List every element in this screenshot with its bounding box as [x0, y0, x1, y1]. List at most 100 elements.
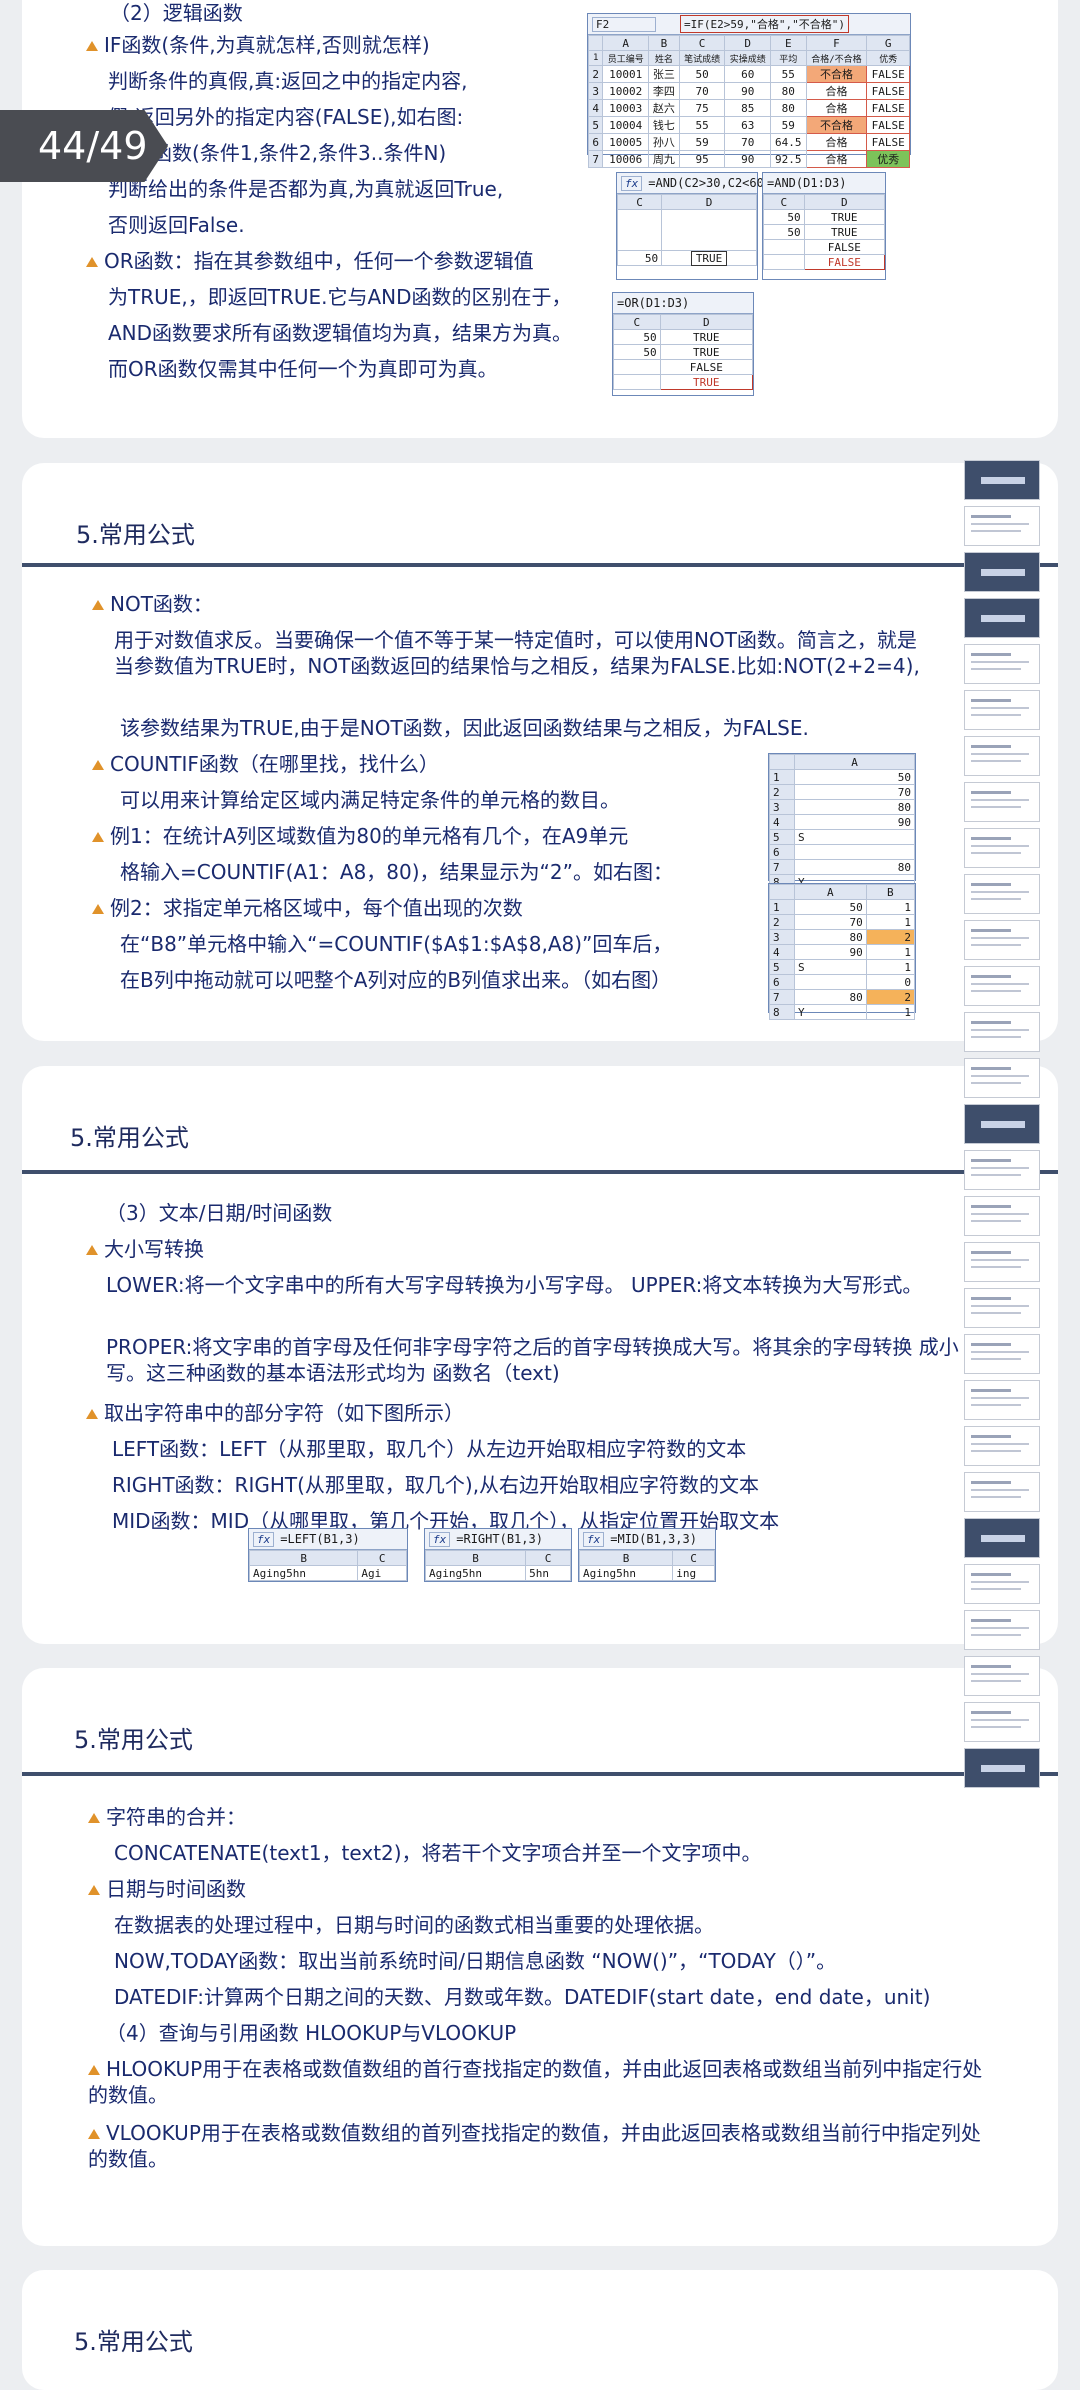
fx-icon: fx: [429, 1531, 451, 1547]
text-paragraph: HLOOKUP用于在表格或数值数组的首行查找指定的数值，并由此返回表格或数组当前…: [88, 2057, 983, 2107]
thumbnail-line: [971, 1213, 1029, 1215]
bullet-icon: [86, 257, 98, 267]
slide-thumbnail[interactable]: [964, 1426, 1040, 1466]
slide-thumbnail[interactable]: [964, 1288, 1040, 1328]
slide-thumbnail[interactable]: [964, 1012, 1040, 1052]
slide-thumbnail[interactable]: [964, 1334, 1040, 1374]
result-cell: Agi: [357, 1565, 407, 1581]
cell: FALSE: [866, 133, 910, 151]
text-line: 该参数结果为TRUE,由于是NOT函数，因此返回函数结果与之相反，为FALSE.: [120, 716, 809, 740]
or-function-screenshot: =OR(D1:D3) C D 50 TRUE 50 TRUE FALSE TRUE: [612, 292, 754, 396]
slide-thumbnail[interactable]: [964, 1058, 1040, 1098]
slide-thumbnail[interactable]: [964, 1748, 1040, 1788]
column-header: C: [672, 1550, 715, 1566]
cell: FALSE: [659, 359, 754, 375]
slide-thumbnail[interactable]: [964, 874, 1040, 914]
table-row: 4 90 1: [769, 944, 916, 960]
slide-thumbnail[interactable]: [964, 782, 1040, 822]
column-header: C: [763, 194, 805, 210]
thumbnail-line: [971, 1036, 1021, 1038]
result-cell: 5hn: [525, 1565, 571, 1581]
cell: 50: [794, 899, 867, 915]
thumbnail-line: [971, 990, 1021, 992]
slide-thumbnail[interactable]: [964, 1380, 1040, 1420]
thumbnail-line: [971, 791, 1011, 794]
thumbnail-line: [971, 1082, 1021, 1084]
slide-thumbnail[interactable]: [964, 460, 1040, 500]
thumbnail-line: [971, 668, 1021, 670]
cell: 4: [587, 99, 604, 117]
slide-thumbnail[interactable]: [964, 1564, 1040, 1604]
slide-thumbnail[interactable]: [964, 1242, 1040, 1282]
slide-thumbnail[interactable]: [964, 1150, 1040, 1190]
thumbnail-line: [971, 837, 1011, 840]
slide-thumbnail[interactable]: [964, 1656, 1040, 1696]
slide-thumbnail[interactable]: [964, 1610, 1040, 1650]
text-line: NOT函数：: [110, 592, 213, 616]
thumbnail-line: [971, 1167, 1029, 1169]
slide-thumbnail[interactable]: [964, 1104, 1040, 1144]
bullet-icon: [86, 41, 98, 51]
column-header: D: [659, 314, 754, 330]
cell: 合格: [805, 150, 868, 168]
slide-title: 5.常用公式: [74, 1726, 193, 1754]
thumbnail-line: [971, 806, 1021, 808]
table-row: 6 10005 孙八 59 70 64.5 合格 FALSE: [587, 133, 910, 151]
slide-thumbnail[interactable]: [964, 644, 1040, 684]
slide-thumbnail[interactable]: [964, 552, 1040, 592]
thumbnail-line: [971, 1680, 1021, 1682]
thumbnail-line: [971, 883, 1011, 886]
cell: 80: [770, 82, 807, 100]
cell: 92.5: [770, 150, 807, 168]
slide-thumbnail[interactable]: [964, 1702, 1040, 1742]
column-header: C: [613, 314, 661, 330]
text-line: DATEDIF:计算两个日期之间的天数、月数或年数。DATEDIF(start …: [114, 1985, 931, 2009]
cell: 64.5: [770, 133, 807, 151]
table-row: 3 80: [769, 799, 915, 815]
table-row: 50 TRUE: [613, 344, 754, 360]
text-line: 而OR函数仅需其中任何一个为真即可为真。: [108, 357, 498, 381]
slide-thumbnail[interactable]: [964, 1518, 1040, 1558]
slide-thumbnail[interactable]: [964, 506, 1040, 546]
slide-thumbnail[interactable]: [964, 1472, 1040, 1512]
thumbnail-line: [971, 1305, 1029, 1307]
bullet-item: COUNTIF函数（在哪里找，找什么）: [92, 751, 439, 777]
bullet-icon: [86, 1409, 98, 1419]
if-function-screenshot: F2 =IF(E2>59,"合格","不合格") ABCDEFG 1 员工编号 姓名…: [587, 13, 911, 168]
thumbnail-line: [971, 1029, 1029, 1031]
slide-thumbnail[interactable]: [964, 1196, 1040, 1236]
cell: 1: [865, 959, 916, 975]
column-header: D: [724, 35, 772, 51]
page-indicator: 44/49: [0, 110, 168, 182]
slide-thumbnail[interactable]: [964, 690, 1040, 730]
cell: 70: [724, 133, 772, 151]
cell: 55: [678, 116, 726, 134]
bullet-item: VLOOKUP用于在表格或数值数组的首列查找指定的数值，并由此返回表格或数组当前…: [88, 2120, 988, 2172]
thumbnail-line: [971, 1351, 1029, 1353]
cell: 赵六: [648, 99, 680, 117]
column-header: [769, 884, 795, 900]
slide-thumbnail[interactable]: [964, 920, 1040, 960]
slide-thumbnail[interactable]: [964, 966, 1040, 1006]
cell: 1: [865, 1004, 916, 1020]
cell: FALSE: [866, 99, 910, 117]
cell: 周九: [648, 150, 680, 168]
table-row: 2 10001 张三 50 60 55 不合格 FALSE: [587, 65, 910, 83]
slide-thumbnail[interactable]: [964, 736, 1040, 776]
thumbnail-line: [971, 929, 1011, 932]
cell: 优秀: [866, 150, 910, 168]
cell: 90: [794, 814, 915, 830]
thumbnail-line: [971, 1259, 1029, 1261]
slide-thumbnail[interactable]: [964, 598, 1040, 638]
bullet-icon: [86, 1245, 98, 1255]
column-header: B: [424, 1550, 527, 1566]
bullet-icon: [88, 1813, 100, 1823]
slide-thumbnail[interactable]: [964, 828, 1040, 868]
column-title: 姓名: [648, 50, 680, 66]
thumbnail-line: [971, 1021, 1011, 1024]
row-header: 7: [769, 859, 795, 875]
thumbnail-line: [971, 1343, 1011, 1346]
cell: FALSE: [866, 65, 910, 83]
bullet-icon: [88, 2065, 100, 2075]
text-line: LEFT函数：LEFT（从那里取，取几个）从左边开始取相应字符数的文本: [112, 1437, 747, 1461]
